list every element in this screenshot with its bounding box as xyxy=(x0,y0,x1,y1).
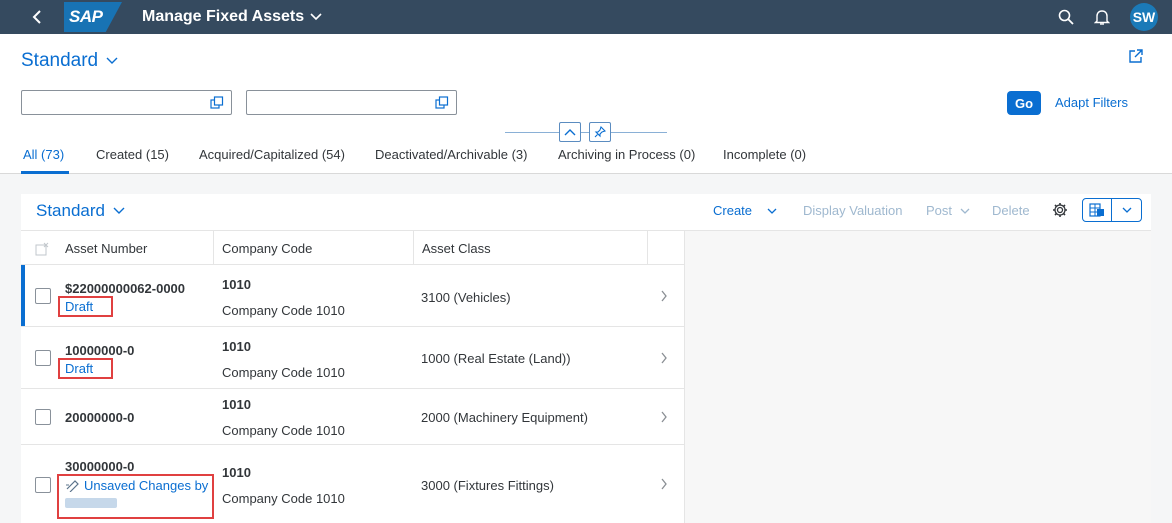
bell-icon[interactable] xyxy=(1094,9,1110,26)
filter-input-2[interactable] xyxy=(246,90,457,115)
spreadsheet-icon xyxy=(1089,203,1104,217)
share-icon xyxy=(1129,49,1143,63)
tab-incomplete[interactable]: Incomplete (0) xyxy=(723,147,806,162)
chevron-down-icon xyxy=(1122,207,1131,213)
company-code-name: Company Code 1010 xyxy=(222,303,345,318)
column-header-asset-class[interactable]: Asset Class xyxy=(414,231,648,266)
asset-class: 3000 (Fixtures Fittings) xyxy=(421,478,554,493)
company-code: 1010 xyxy=(222,339,251,354)
asset-class: 2000 (Machinery Equipment) xyxy=(421,410,588,425)
highlight-box xyxy=(58,358,113,379)
row-navigated-indicator xyxy=(21,265,25,326)
asset-class: 3100 (Vehicles) xyxy=(421,290,511,305)
chevron-right-icon[interactable] xyxy=(660,411,668,423)
highlight-box xyxy=(57,474,214,519)
row-checkbox[interactable] xyxy=(35,409,51,425)
icon-tab-bar: All (73) Created (15) Acquired/Capitaliz… xyxy=(0,140,1172,174)
collapse-header-button[interactable] xyxy=(559,122,581,142)
asset-number: $22000000062-0000 xyxy=(65,281,186,296)
post-menu-chevron-icon[interactable] xyxy=(960,208,970,215)
column-header-asset-number[interactable]: Asset Number xyxy=(57,231,214,266)
chevron-left-icon xyxy=(32,10,41,24)
table-variant-selector[interactable]: Standard xyxy=(36,201,125,221)
adapt-filters-button[interactable]: Adapt Filters xyxy=(1055,95,1128,110)
assets-table: Standard Create Display Valuation Post D… xyxy=(21,194,1151,523)
table-column-header: Asset Number Company Code Asset Class xyxy=(21,230,684,266)
company-code-name: Company Code 1010 xyxy=(222,365,345,380)
display-valuation-button[interactable]: Display Valuation xyxy=(803,203,902,218)
table-row[interactable]: 10000000-0 Draft 1010 Company Code 1010 … xyxy=(21,327,684,389)
company-code: 1010 xyxy=(222,397,251,412)
row-checkbox[interactable] xyxy=(35,288,51,304)
chevron-down-icon xyxy=(106,57,118,64)
gear-icon[interactable] xyxy=(1052,202,1068,218)
pin-icon xyxy=(594,126,606,138)
page-header: Standard Go Adapt Filters All (73) Creat… xyxy=(0,34,1172,174)
post-button[interactable]: Post xyxy=(926,203,952,218)
tab-all[interactable]: All (73) xyxy=(23,147,64,162)
select-all-checkbox[interactable] xyxy=(21,231,57,266)
tab-selection-indicator xyxy=(21,171,69,174)
asset-number: 10000000-0 xyxy=(65,343,135,358)
table-title: Standard xyxy=(36,201,105,220)
asset-number: 30000000-0 xyxy=(65,459,135,474)
value-help-icon[interactable] xyxy=(435,96,449,109)
highlight-box xyxy=(58,296,113,317)
chevron-right-icon[interactable] xyxy=(660,352,668,364)
chevron-right-icon[interactable] xyxy=(660,290,668,302)
row-checkbox[interactable] xyxy=(35,350,51,366)
asset-number: 20000000-0 xyxy=(65,410,135,425)
tab-archiving-in-process[interactable]: Archiving in Process (0) xyxy=(558,147,695,162)
company-code: 1010 xyxy=(222,277,251,292)
clear-selection-icon xyxy=(35,242,49,255)
company-code: 1010 xyxy=(222,465,251,480)
go-button[interactable]: Go xyxy=(1007,91,1041,115)
tab-created[interactable]: Created (15) xyxy=(96,147,169,162)
company-code-name: Company Code 1010 xyxy=(222,423,345,438)
table-row[interactable]: $22000000062-0000 Draft 1010 Company Cod… xyxy=(21,265,684,327)
table-row[interactable]: 20000000-0 1010 Company Code 1010 2000 (… xyxy=(21,389,684,445)
header-divider xyxy=(505,132,667,133)
filter-input-1[interactable] xyxy=(21,90,232,115)
chevron-up-icon xyxy=(564,129,576,136)
pin-header-button[interactable] xyxy=(589,122,611,142)
tab-acquired-capitalized[interactable]: Acquired/Capitalized (54) xyxy=(199,147,345,162)
back-button[interactable] xyxy=(20,0,54,34)
variant-selector[interactable]: Standard xyxy=(21,50,118,72)
export-button[interactable] xyxy=(1082,198,1142,222)
asset-class: 1000 (Real Estate (Land)) xyxy=(421,351,571,366)
value-help-icon[interactable] xyxy=(210,96,224,109)
export-menu-button[interactable] xyxy=(1112,199,1141,221)
user-avatar[interactable]: SW xyxy=(1130,3,1158,31)
export-to-spreadsheet[interactable] xyxy=(1083,199,1113,221)
table-row[interactable]: 30000000-0 Unsaved Changes by 1010 Compa… xyxy=(21,445,684,523)
delete-button[interactable]: Delete xyxy=(992,203,1030,218)
chevron-down-icon xyxy=(310,13,322,21)
company-code-name: Company Code 1010 xyxy=(222,491,345,506)
create-menu-chevron-icon[interactable] xyxy=(767,208,777,215)
sap-logo: SAP xyxy=(64,2,122,32)
shell-bar: SAP Manage Fixed Assets SW xyxy=(0,0,1172,34)
search-icon[interactable] xyxy=(1058,9,1074,25)
app-title-menu[interactable]: Manage Fixed Assets xyxy=(142,8,322,26)
table-empty-area xyxy=(684,230,1151,523)
chevron-right-icon[interactable] xyxy=(660,478,668,490)
row-checkbox[interactable] xyxy=(35,477,51,493)
column-header-company-code[interactable]: Company Code xyxy=(214,231,414,266)
share-button[interactable] xyxy=(1128,48,1144,69)
tab-deactivated-archivable[interactable]: Deactivated/Archivable (3) xyxy=(375,147,527,162)
create-button[interactable]: Create xyxy=(713,203,752,218)
chevron-down-icon xyxy=(113,207,125,214)
variant-title: Standard xyxy=(21,50,99,71)
app-title: Manage Fixed Assets xyxy=(142,8,305,25)
